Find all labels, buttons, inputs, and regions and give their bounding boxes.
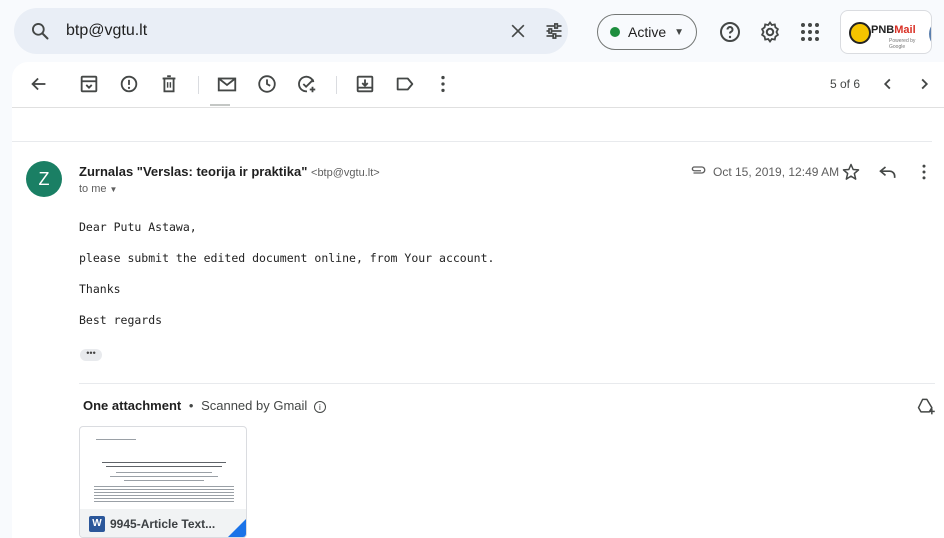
search-input[interactable]	[66, 20, 466, 42]
mark-unread-icon[interactable]	[216, 73, 238, 95]
thumbnail-text-line	[94, 489, 234, 490]
thumbnail-text-line	[94, 495, 234, 496]
chevron-right-icon[interactable]	[913, 73, 935, 95]
message-date: Oct 15, 2019, 12:49 AM	[713, 165, 840, 179]
search-bar[interactable]	[14, 8, 568, 54]
thumbnail-text-line	[94, 501, 234, 502]
status-dropdown[interactable]: Active ▼	[597, 14, 697, 50]
apps-grid-icon[interactable]	[798, 20, 822, 44]
show-trimmed-content-button[interactable]: •••	[80, 349, 102, 361]
brand-logo-icon	[849, 22, 871, 44]
move-to-icon[interactable]	[354, 73, 376, 95]
thumbnail-text-line	[94, 486, 234, 487]
page-counter: 5 of 6	[830, 77, 861, 91]
sender-email: <btp@vgtu.lt>	[311, 167, 380, 179]
brand-logo-text: PNBMail	[871, 24, 916, 36]
search-options-icon[interactable]	[544, 21, 564, 41]
message-more-icon[interactable]	[916, 162, 932, 182]
chevron-left-icon[interactable]	[877, 73, 899, 95]
toolbar-divider	[336, 76, 337, 94]
message-divider	[12, 141, 932, 142]
sender-avatar[interactable]: Z	[26, 161, 62, 197]
word-file-icon: W	[89, 516, 105, 532]
account-brand-box[interactable]: PNBMail Powered by Google	[840, 10, 932, 54]
separator-dot: •	[188, 398, 194, 413]
sender-name[interactable]: Zurnalas "Verslas: teorija ir praktika"	[79, 164, 307, 179]
chevron-down-icon: ▼	[674, 26, 685, 38]
sender-line: Zurnalas "Verslas: teorija ir praktika" …	[79, 164, 380, 179]
body-paragraph: please submit the edited document online…	[79, 251, 495, 265]
message-toolbar: 5 of 6	[12, 62, 944, 108]
thumbnail-text-line	[124, 480, 204, 481]
more-options-icon[interactable]	[432, 73, 454, 95]
delete-icon[interactable]	[158, 73, 180, 95]
recipient-details[interactable]: to me ▼	[79, 183, 117, 195]
thumbnail-text-line	[94, 498, 234, 499]
brand-logo-subtext: Powered by Google	[889, 38, 916, 50]
attachment-footer: W 9945-Article Text...	[80, 509, 246, 537]
body-thanks: Thanks	[79, 282, 121, 296]
help-icon[interactable]	[718, 20, 742, 44]
star-icon[interactable]	[841, 162, 861, 182]
gear-icon[interactable]	[758, 20, 782, 44]
info-icon[interactable]: i	[313, 400, 326, 413]
thumbnail-text-line	[110, 476, 218, 477]
previous-message-edge	[210, 104, 230, 106]
top-bar: Active ▼ PNBMail Powered by Google	[0, 0, 944, 64]
attachments-count: One attachment	[83, 398, 182, 413]
thumbnail-text-line	[94, 492, 234, 493]
body-signoff: Best regards	[79, 313, 163, 327]
file-corner-fold-icon	[228, 519, 246, 537]
chevron-down-icon: ▼	[109, 185, 118, 194]
attachments-header: One attachment • Scanned by Gmail i	[83, 398, 326, 413]
thumbnail-text-line	[96, 439, 136, 440]
body-greeting: Dear Putu Astawa,	[79, 220, 197, 234]
attachments-divider	[79, 383, 935, 384]
thumbnail-text-line	[102, 462, 226, 463]
status-dot	[610, 27, 620, 37]
archive-icon[interactable]	[78, 73, 100, 95]
thumbnail-text-line	[106, 466, 222, 467]
report-spam-icon[interactable]	[118, 73, 140, 95]
back-arrow-icon[interactable]	[28, 73, 50, 95]
attachment-card[interactable]: W 9945-Article Text...	[79, 426, 247, 538]
search-icon[interactable]	[30, 21, 50, 41]
message-panel: 5 of 6 Z Zurnalas "Verslas: teorija ir p…	[12, 62, 944, 538]
label-icon[interactable]	[394, 73, 416, 95]
add-to-tasks-icon[interactable]	[296, 73, 318, 95]
scan-note: Scanned by Gmail	[201, 398, 308, 413]
toolbar-divider	[198, 76, 199, 94]
attachment-file-name: 9945-Article Text...	[110, 517, 216, 531]
thumbnail-text-line	[116, 472, 212, 473]
status-label: Active	[628, 24, 667, 40]
add-to-drive-icon[interactable]	[916, 396, 936, 416]
reply-icon[interactable]	[878, 162, 898, 182]
attachment-clip-icon	[691, 166, 706, 174]
clear-search-icon[interactable]	[508, 21, 528, 41]
snooze-icon[interactable]	[256, 73, 278, 95]
